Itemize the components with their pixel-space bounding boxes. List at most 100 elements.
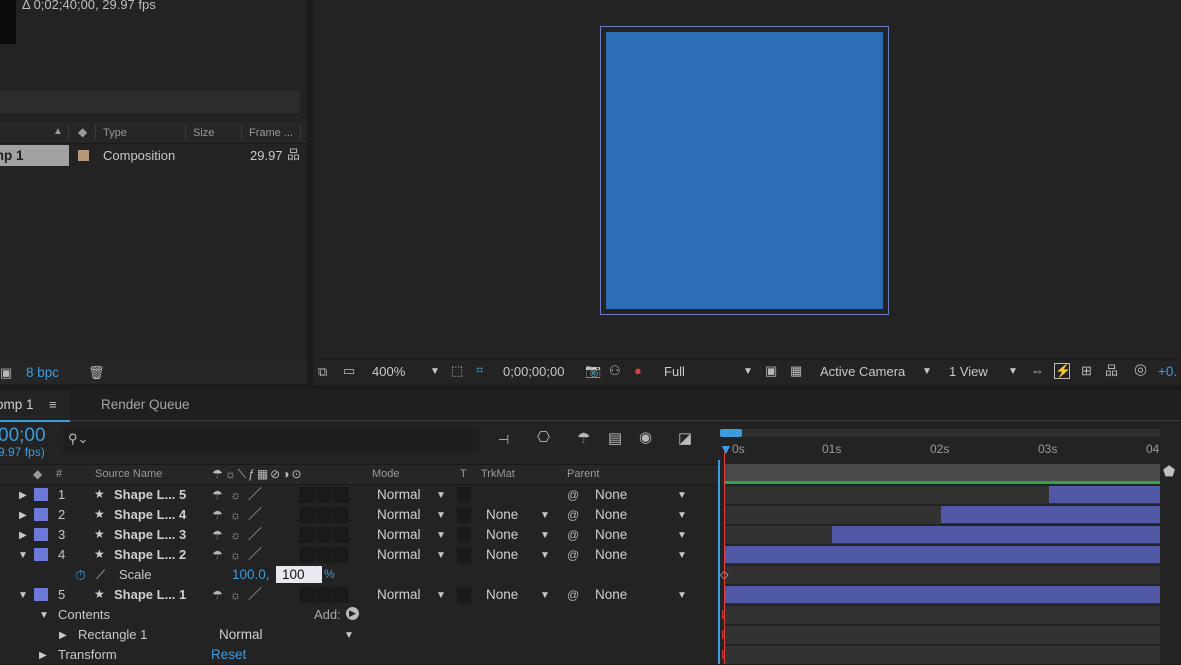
switch-cell[interactable] (316, 587, 332, 603)
parent-select[interactable]: None (595, 587, 627, 602)
comp-marker-icon[interactable]: ⬟ (1163, 463, 1175, 480)
layer-mode-select[interactable]: Normal (377, 507, 421, 522)
layer-name[interactable]: Shape L... 3 (114, 527, 186, 542)
resolution-select[interactable]: Full (664, 364, 685, 379)
work-area-bar[interactable] (720, 429, 1160, 437)
scale-x-value[interactable]: 100.0, (232, 567, 270, 582)
label-color-swatch[interactable] (34, 508, 48, 521)
playhead-icon[interactable]: ▼ (719, 441, 733, 457)
quality-icon[interactable]: ／ (248, 547, 262, 561)
quality-icon[interactable]: ／ (248, 487, 262, 501)
trkmat-select[interactable]: None (486, 507, 518, 522)
shy-icon[interactable]: ☂ (212, 508, 223, 522)
expand-triangle-icon[interactable]: ▼ (18, 590, 28, 601)
flowchart-icon[interactable]: 品 (287, 148, 300, 162)
layer-row[interactable]: ▶ 3 ★ Shape L... 3 ☂ ☼ ／ Normal ▼ None ▼… (0, 525, 718, 545)
exposure-value[interactable]: +0. (1158, 364, 1177, 379)
switch-cell[interactable] (299, 487, 315, 503)
collapse-icon[interactable]: ☼ (230, 548, 241, 562)
shy-icon[interactable]: ☂ (212, 528, 223, 542)
switch-cell[interactable] (333, 587, 349, 603)
project-item-row[interactable]: mp 1 Composition 29.97 品 (0, 145, 307, 166)
mode-dropdown-icon[interactable]: ▼ (436, 510, 446, 521)
tab-render-queue[interactable]: Render Queue (101, 397, 190, 412)
layer-name[interactable]: Shape L... 2 (114, 547, 186, 562)
camera-dropdown-icon[interactable]: ▼ (922, 366, 932, 377)
layer-mode-select[interactable]: Normal (377, 527, 421, 542)
zoom-select[interactable]: 400% (372, 364, 405, 379)
shy-icon[interactable]: ☂ (212, 488, 223, 502)
parent-select[interactable]: None (595, 547, 627, 562)
draft-3d-icon[interactable]: ⎔ (537, 430, 550, 445)
expand-triangle-icon[interactable]: ▶ (19, 510, 27, 521)
trkmat-dropdown-icon[interactable]: ▼ (540, 590, 550, 601)
layer-row[interactable]: ▼ 5 ★ Shape L... 1 ☂ ☼ ／ Normal ▼ None ▼… (0, 585, 718, 605)
trkmat-dropdown-icon[interactable]: ▼ (540, 510, 550, 521)
timeline-icon[interactable]: ⊞ (1081, 364, 1092, 378)
transparency-grid-icon[interactable]: ⌗ (476, 363, 483, 377)
collapse-icon[interactable]: ☼ (230, 588, 241, 602)
view-dropdown-icon[interactable]: ▼ (1008, 366, 1018, 377)
graph-icon[interactable]: ⟋ (96, 568, 105, 582)
fast-draft-icon[interactable]: ⚡ (1054, 363, 1071, 379)
fast-previews-icon[interactable]: ▣ (765, 364, 777, 378)
flowchart-icon[interactable]: 品 (1105, 364, 1118, 378)
column-source-name[interactable]: Source Name (95, 468, 162, 480)
trkmat-dropdown-icon[interactable]: ▼ (540, 550, 550, 561)
column-parent[interactable]: Parent (567, 468, 599, 480)
layer-name[interactable]: Shape L... 1 (114, 587, 186, 602)
frame-blending-icon[interactable]: ▤ (608, 431, 622, 446)
switch-cell[interactable] (316, 507, 332, 523)
collapse-icon[interactable]: ☼ (230, 528, 241, 542)
switch-cell[interactable] (333, 547, 349, 563)
label-color-swatch[interactable] (34, 488, 48, 501)
scale-y-input[interactable]: 100 (276, 566, 322, 583)
layer-duration-bar[interactable] (1049, 486, 1160, 503)
panel-menu-icon[interactable]: ≡ (49, 397, 57, 412)
collapse-icon[interactable]: ☼ (230, 488, 241, 502)
channel-rgb-icon[interactable]: ● (634, 364, 642, 378)
quality-icon[interactable]: ／ (248, 507, 262, 521)
zoom-dropdown-icon[interactable]: ▼ (430, 366, 440, 377)
show-snapshot-icon[interactable]: ⚇ (609, 364, 621, 378)
playhead-line[interactable] (724, 452, 725, 664)
switch-cell[interactable] (333, 527, 349, 543)
shy-icon[interactable]: ☂ (212, 548, 223, 562)
column-t[interactable]: T (460, 468, 467, 480)
comp-mini-flowchart-icon[interactable]: ⊣ (498, 433, 509, 447)
snapshot-camera-icon[interactable]: 📷 (585, 364, 601, 378)
comp-frame[interactable] (600, 26, 889, 315)
expand-triangle-icon[interactable]: ▶ (59, 630, 67, 641)
parent-select[interactable]: None (595, 527, 627, 542)
mode-dropdown-icon[interactable]: ▼ (436, 590, 446, 601)
column-number[interactable]: # (56, 468, 62, 480)
pick-whip-icon[interactable]: @ (567, 488, 579, 502)
preserve-transparency-cell[interactable] (457, 547, 471, 563)
view-layout-select[interactable]: 1 View (949, 364, 988, 379)
parent-dropdown-icon[interactable]: ▼ (677, 550, 687, 561)
graph-editor-icon[interactable]: ◪ (678, 431, 692, 446)
column-type[interactable]: Type (103, 127, 127, 139)
expand-triangle-icon[interactable]: ▶ (39, 650, 47, 661)
preserve-transparency-cell[interactable] (457, 487, 471, 503)
switch-cell[interactable] (299, 527, 315, 543)
blue-shape-layer[interactable] (606, 32, 883, 309)
monitor-icon[interactable]: ▭ (343, 364, 355, 378)
stopwatch-icon[interactable]: ⏱ (75, 568, 86, 582)
pick-whip-icon[interactable]: @ (567, 528, 579, 542)
layer-search-input[interactable]: ⚲⌄ (63, 428, 479, 452)
interpret-footage-icon[interactable]: ▣ (0, 366, 12, 380)
layer-mode-select[interactable]: Normal (377, 547, 421, 562)
column-mode[interactable]: Mode (372, 468, 400, 480)
pick-whip-icon[interactable]: @ (567, 588, 579, 602)
preserve-transparency-cell[interactable] (457, 587, 471, 603)
project-search-bar[interactable] (0, 91, 300, 113)
parent-dropdown-icon[interactable]: ▼ (677, 510, 687, 521)
collapse-icon[interactable]: ☼ (230, 508, 241, 522)
mode-dropdown-icon[interactable]: ▼ (436, 490, 446, 501)
expand-triangle-icon[interactable]: ▶ (19, 490, 27, 501)
switch-cell[interactable] (316, 527, 332, 543)
layer-duration-bar[interactable] (941, 506, 1160, 523)
mode-dropdown-icon[interactable]: ▼ (436, 550, 446, 561)
always-preview-icon[interactable]: ⧉ (318, 365, 327, 379)
